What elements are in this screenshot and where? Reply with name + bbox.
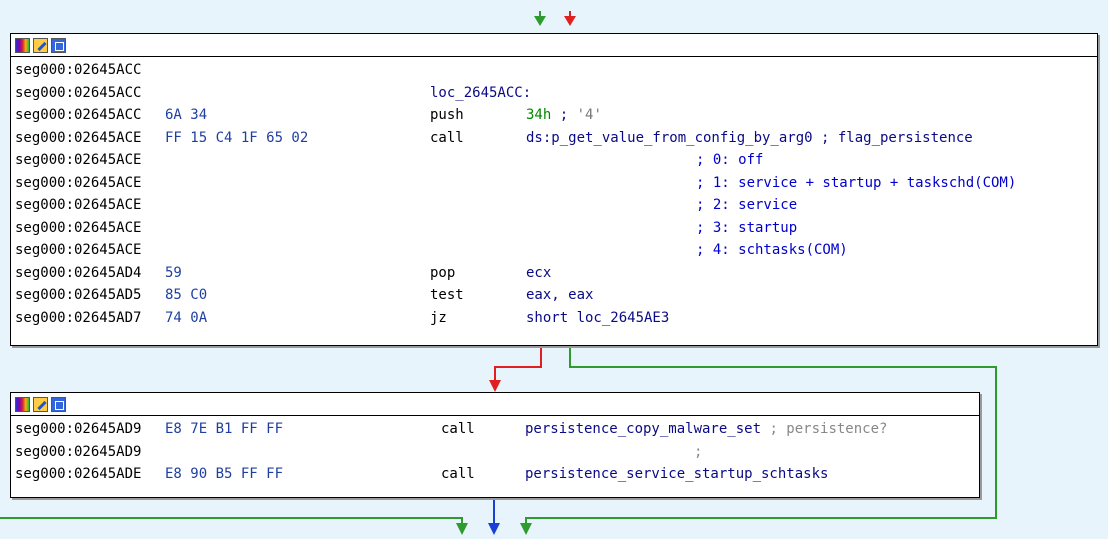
address: seg000:02645ACE bbox=[15, 129, 142, 146]
symbol-name: persistence_service_startup_schtasks bbox=[525, 466, 829, 482]
opcode-bytes: E8 7E B1 FF FF bbox=[165, 421, 284, 437]
opcode-bytes: 59 bbox=[165, 264, 182, 281]
operand: persistence_service_startup_schtasks bbox=[525, 463, 828, 486]
address: seg000:02645ACC bbox=[15, 84, 142, 101]
disasm-line[interactable]: seg000:02645AD9; bbox=[15, 441, 979, 464]
mnemonic: jz bbox=[430, 309, 447, 326]
disasm-line[interactable]: seg000:02645AD7 74 0A jz short loc_2645AE3 bbox=[15, 307, 1097, 330]
opcode-bytes: 74 0A bbox=[165, 309, 208, 326]
arrow-down-icon bbox=[489, 380, 501, 392]
address: seg000:02645AD7 bbox=[15, 309, 142, 326]
mnemonic: push bbox=[430, 107, 464, 123]
operand: 34h ; '4' bbox=[526, 104, 602, 127]
disasm-line[interactable]: seg000:02645AD5 85 C0 test eax, eax bbox=[15, 284, 1097, 307]
block-titlebar bbox=[11, 393, 979, 416]
palette-icon[interactable] bbox=[15, 37, 30, 53]
comment: ; flag_persistence bbox=[812, 129, 973, 146]
address: seg000:02645AD9 bbox=[15, 443, 142, 460]
comment: ; 2: service bbox=[696, 197, 798, 213]
disassembly-lines: seg000:02645AD9 E8 7E B1 FF FF call persist… bbox=[11, 416, 979, 486]
disasm-line[interactable]: seg000:02645ACC bbox=[15, 59, 1097, 82]
disasm-line[interactable]: seg000:02645ACE ; 1: service + startup + … bbox=[15, 172, 1097, 195]
string-comment: '4' bbox=[576, 107, 602, 123]
comment-separator: ; bbox=[551, 107, 577, 123]
opcode-bytes: 6A 34 bbox=[165, 107, 208, 123]
comment: ; bbox=[694, 443, 703, 460]
mnemonic: test bbox=[430, 287, 464, 303]
disassembly-lines: seg000:02645ACC seg000:02645ACC loc_2645AC… bbox=[11, 57, 1097, 329]
palette-icon[interactable] bbox=[15, 396, 30, 412]
arrow-down-icon bbox=[456, 523, 468, 535]
comment: ; 4: schtasks(COM) bbox=[696, 242, 848, 258]
opcode-bytes: E8 90 B5 FF FF bbox=[165, 466, 284, 482]
address: seg000:02645ACE bbox=[15, 174, 142, 191]
edit-icon[interactable] bbox=[33, 37, 48, 53]
address: seg000:02645ACE bbox=[15, 152, 142, 168]
arrow-down-icon bbox=[534, 16, 546, 26]
disasm-line[interactable]: seg000:02645ACE ; 4: schtasks(COM) bbox=[15, 239, 1097, 262]
disasm-line[interactable]: seg000:02645ACE ; 2: service bbox=[15, 194, 1097, 217]
address: seg000:02645AD9 bbox=[15, 421, 142, 437]
address: seg000:02645ACE bbox=[15, 219, 142, 236]
mnemonic: call bbox=[441, 421, 475, 437]
disasm-line[interactable]: seg000:02645ACC 6A 34 push 34h ; '4' bbox=[15, 104, 1097, 127]
address: seg000:02645ACE bbox=[15, 242, 142, 258]
graph-view[interactable]: seg000:02645ACC seg000:02645ACC loc_2645AC… bbox=[0, 0, 1108, 539]
edge-incoming-left bbox=[0, 517, 463, 528]
address: seg000:02645AD5 bbox=[15, 287, 142, 303]
comment: ; 1: service + startup + taskschd(COM) bbox=[696, 174, 1017, 191]
graph-icon[interactable] bbox=[51, 37, 66, 53]
address: seg000:02645ACC bbox=[15, 107, 142, 123]
address: seg000:02645ACC bbox=[15, 62, 142, 78]
disasm-line[interactable]: seg000:02645ACE FF 15 C4 1F 65 02 call ds:p… bbox=[15, 127, 1097, 150]
disasm-line[interactable]: seg000:02645ACE ; 3: startup bbox=[15, 217, 1097, 240]
disasm-line[interactable]: seg000:02645AD4 59 pop ecx bbox=[15, 262, 1097, 285]
symbol-name: persistence_copy_malware_set bbox=[525, 421, 762, 437]
opcode-bytes: 85 C0 bbox=[165, 287, 208, 303]
opcode-bytes: FF 15 C4 1F 65 02 bbox=[165, 129, 309, 146]
symbol-name: ds:p_get_value_from_config_by_arg0 bbox=[526, 129, 813, 146]
disasm-line[interactable]: seg000:02645AD9 E8 7E B1 FF FF call persist… bbox=[15, 418, 979, 441]
comment: ; persistence? bbox=[761, 421, 888, 437]
comment: ; 0: off bbox=[696, 152, 764, 168]
operand: ds:p_get_value_from_config_by_arg0 ; fla… bbox=[526, 127, 973, 150]
block-titlebar bbox=[11, 34, 1097, 57]
graph-icon[interactable] bbox=[51, 396, 66, 412]
edge-jz-false bbox=[494, 345, 542, 385]
operand: eax, eax bbox=[526, 287, 594, 303]
arrow-down-icon bbox=[488, 523, 500, 535]
code-label: loc_2645ACC: bbox=[430, 84, 532, 101]
mnemonic: call bbox=[430, 129, 464, 146]
mnemonic: call bbox=[441, 466, 475, 482]
basic-block-loc-2645acc[interactable]: seg000:02645ACC seg000:02645ACC loc_2645AC… bbox=[10, 33, 1098, 346]
disasm-line[interactable]: seg000:02645ADE E8 90 B5 FF FF call persist… bbox=[15, 463, 979, 486]
operand: ecx bbox=[526, 264, 552, 281]
edit-icon[interactable] bbox=[33, 396, 48, 412]
address: seg000:02645AD4 bbox=[15, 264, 142, 281]
address: seg000:02645ACE bbox=[15, 197, 142, 213]
basic-block-persistence-calls[interactable]: seg000:02645AD9 E8 7E B1 FF FF call persist… bbox=[10, 392, 980, 498]
operand: short loc_2645AE3 bbox=[526, 309, 670, 326]
comment: ; 3: startup bbox=[696, 219, 798, 236]
disasm-line[interactable]: seg000:02645ACE ; 0: off bbox=[15, 149, 1097, 172]
address: seg000:02645ADE bbox=[15, 466, 142, 482]
arrow-down-icon bbox=[520, 523, 532, 535]
immediate-value: 34h bbox=[526, 107, 552, 123]
operand: persistence_copy_malware_set ; persisten… bbox=[525, 418, 887, 441]
disasm-line[interactable]: seg000:02645ACC loc_2645ACC: bbox=[15, 82, 1097, 105]
mnemonic: pop bbox=[430, 264, 456, 281]
arrow-down-icon bbox=[564, 16, 576, 26]
